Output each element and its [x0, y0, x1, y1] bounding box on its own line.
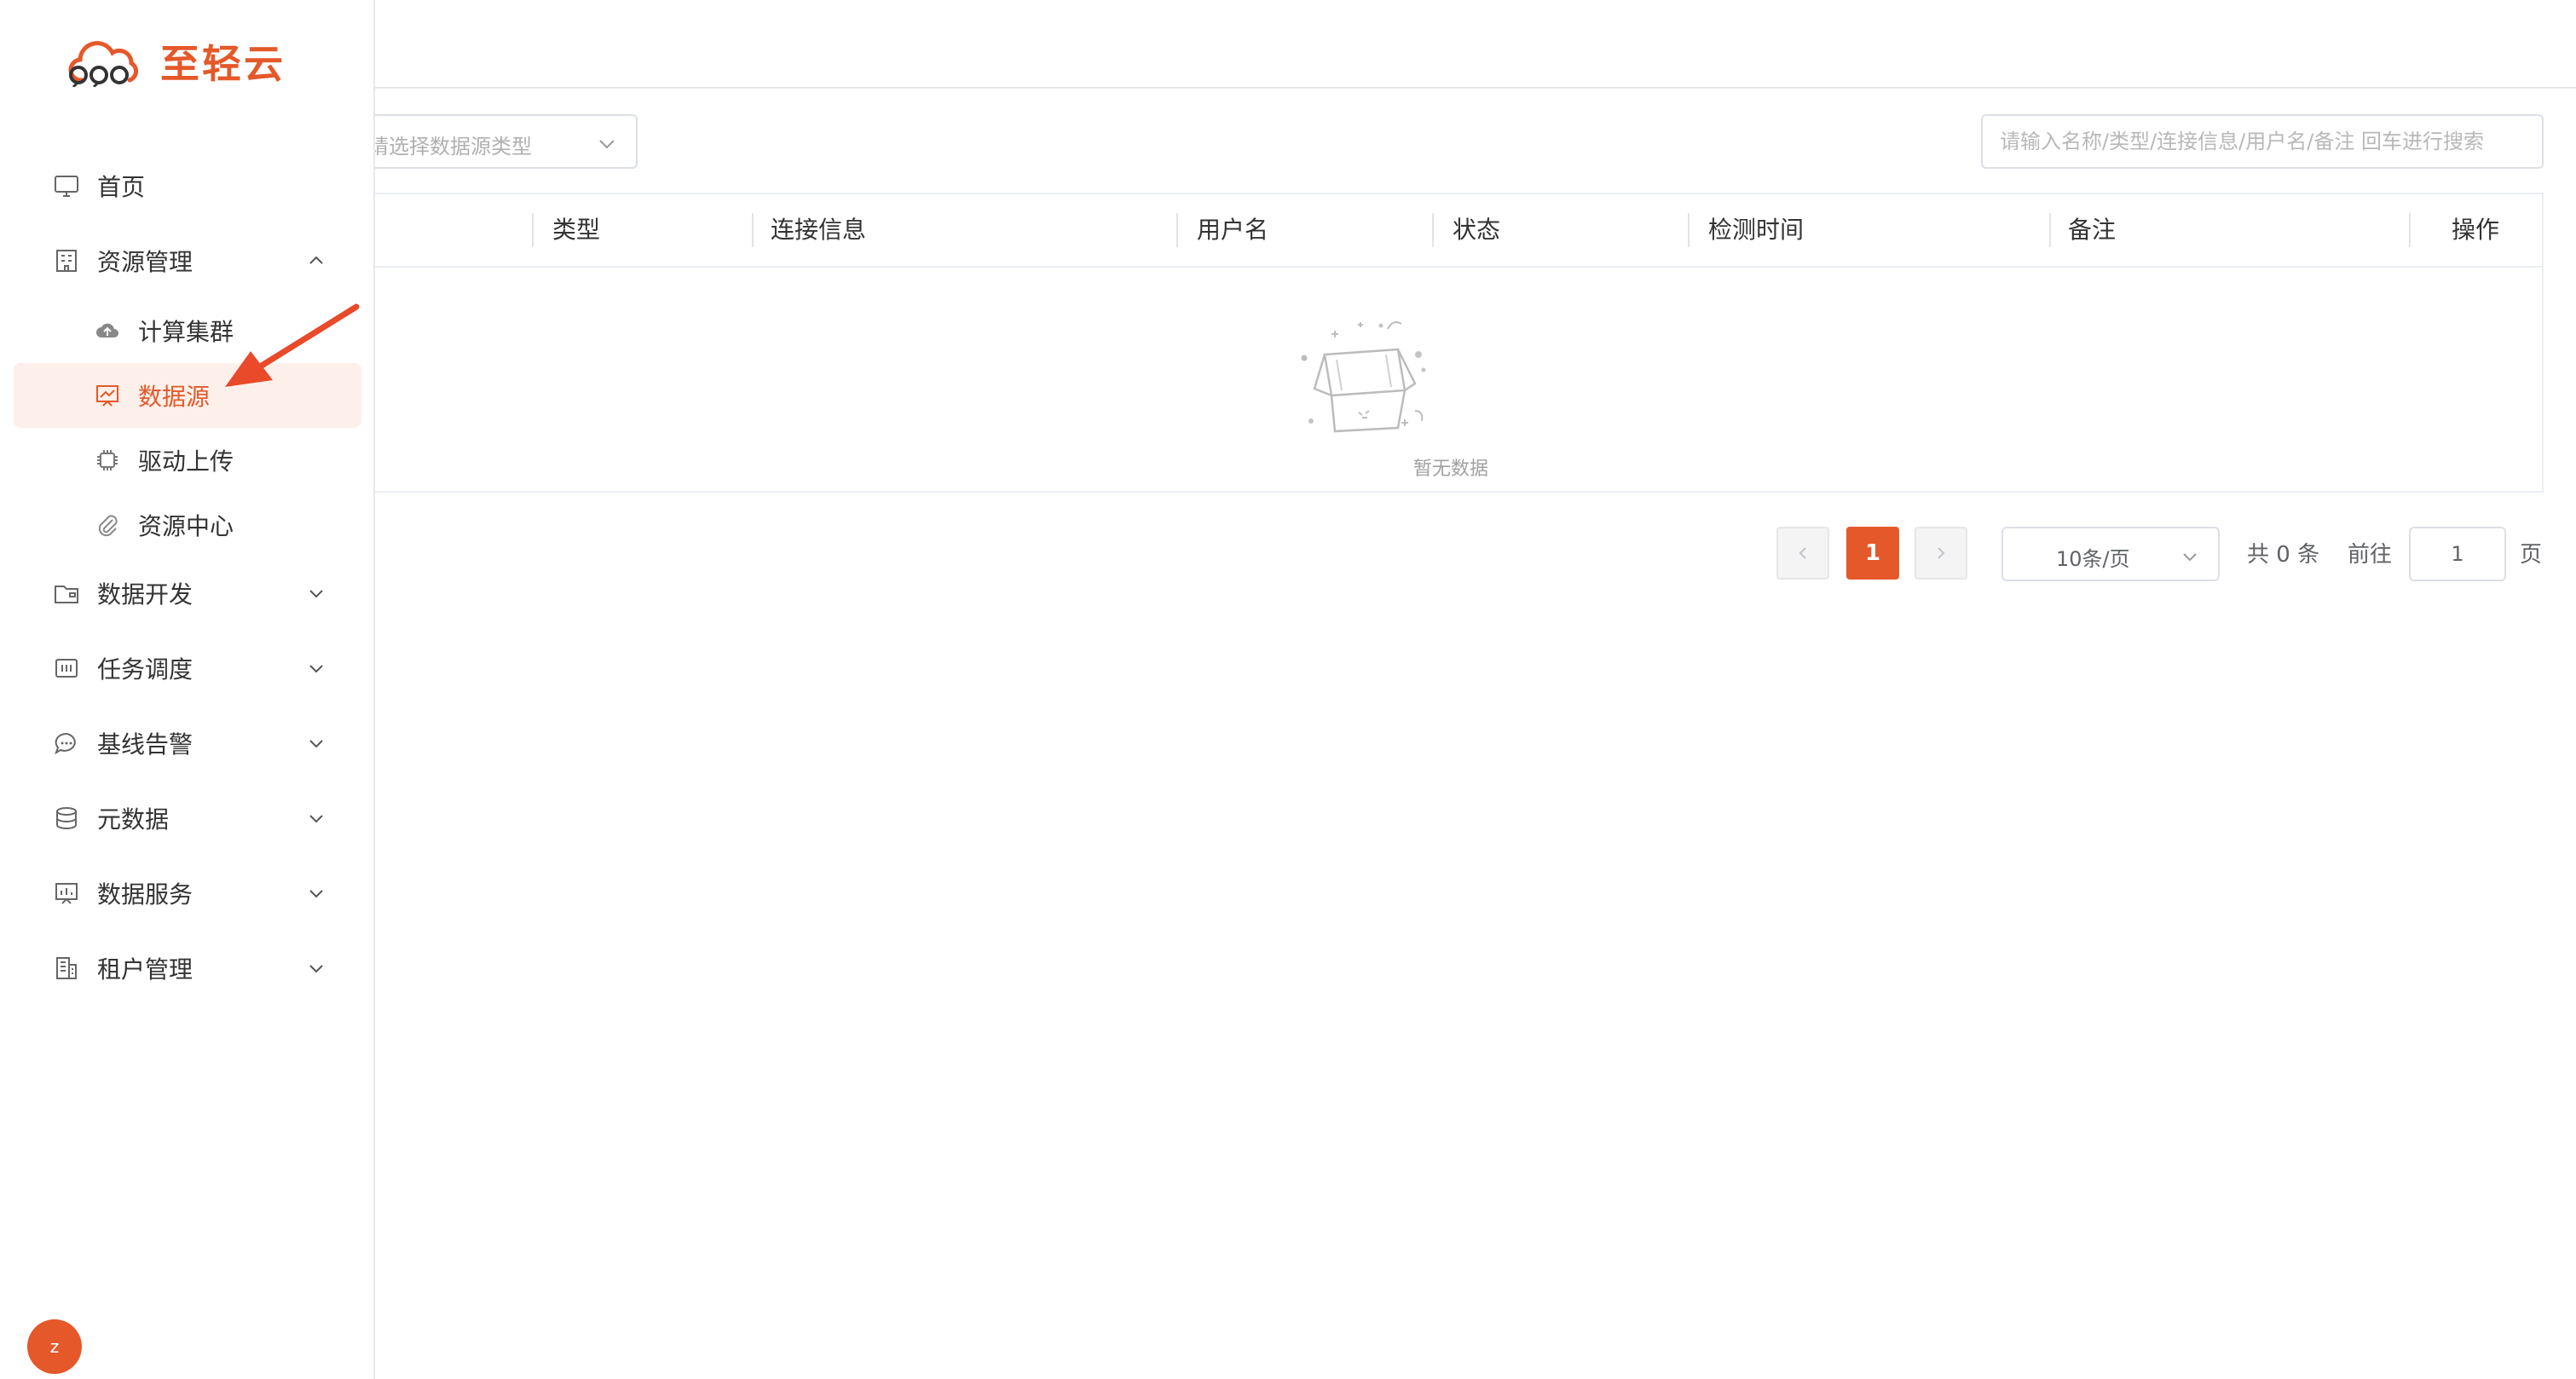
- column-header-check-time[interactable]: 检测时间: [1708, 213, 1804, 247]
- chevron-down-icon: [309, 665, 323, 673]
- sidebar-item-task-scheduling[interactable]: 任务调度: [14, 636, 361, 701]
- top-header-bar: [375, 0, 2576, 89]
- pagination-page-suffix: 页: [2520, 542, 2543, 568]
- column-divider: [752, 213, 754, 247]
- sidebar-subitem-resource-center[interactable]: 资源中心: [14, 493, 361, 557]
- column-divider: [1432, 213, 1434, 247]
- paperclip-icon: [98, 515, 118, 537]
- sidebar-item-label: 元数据: [97, 805, 170, 834]
- column-divider: [1688, 213, 1689, 247]
- user-avatar[interactable]: z: [27, 1319, 82, 1374]
- chevron-left-icon: [1799, 547, 1806, 559]
- sidebar-item-label: 首页: [97, 173, 146, 201]
- page-size-select[interactable]: 10条/页: [2001, 527, 2220, 581]
- chevron-down-icon: [309, 965, 323, 973]
- sidebar-item-label: 任务调度: [97, 655, 193, 684]
- sidebar-item-baseline-alert[interactable]: 基线告警: [14, 711, 361, 776]
- sidebar-subitem-label: 数据源: [138, 383, 211, 411]
- chat-bubble-icon: [55, 732, 76, 755]
- search-input[interactable]: [1981, 114, 2544, 169]
- empty-text: 暂无数据: [1412, 459, 1488, 480]
- building-icon: [56, 250, 77, 272]
- presentation-chart-icon: [96, 385, 118, 407]
- database-icon: [56, 807, 77, 829]
- chevron-down-icon: [309, 815, 323, 823]
- sidebar-item-label: 资源管理: [97, 248, 193, 276]
- cloud-upload-icon: [96, 323, 118, 338]
- empty-box-icon: [1301, 321, 1426, 433]
- column-header-username[interactable]: 用户名: [1197, 213, 1268, 247]
- sidebar-item-home[interactable]: 首页: [14, 153, 361, 218]
- datasource-table: 类型 连接信息 用户名 状态 检测时间 备注 操作 暂无数据: [358, 193, 2544, 493]
- cloud-logo-icon: [68, 41, 138, 87]
- sidebar-item-data-development[interactable]: 数据开发: [14, 561, 361, 626]
- table-header: 类型 连接信息 用户名 状态 检测时间 备注 操作: [360, 194, 2542, 268]
- column-header-connection[interactable]: 连接信息: [771, 213, 866, 247]
- column-divider: [2409, 213, 2411, 247]
- sidebar-subitem-datasource[interactable]: 数据源: [14, 363, 361, 428]
- sidebar-item-label: 数据服务: [97, 880, 193, 909]
- pagination-prev-button[interactable]: [1776, 527, 1829, 580]
- brand-name: 至轻云: [160, 41, 286, 87]
- folder-icon: [55, 586, 78, 603]
- column-divider: [2049, 213, 2051, 247]
- service-board-icon: [55, 883, 78, 904]
- sidebar-item-label: 租户管理: [97, 955, 193, 984]
- chevron-down-icon: [309, 590, 323, 598]
- chevron-up-icon: [309, 256, 323, 264]
- column-header-remark[interactable]: 备注: [2068, 213, 2116, 247]
- pagination-next-button[interactable]: [1915, 527, 1967, 580]
- schedule-icon: [55, 659, 78, 678]
- chevron-down-icon: [599, 140, 615, 149]
- sidebar-item-tenant-management[interactable]: 租户管理: [14, 936, 361, 1001]
- datasource-type-select[interactable]: 请选择数据源类型: [358, 114, 638, 169]
- pagination-total: 共 0 条: [2247, 542, 2320, 568]
- column-divider: [532, 213, 534, 247]
- column-divider: [1176, 213, 1178, 247]
- office-building-icon: [56, 957, 77, 979]
- sidebar-item-metadata[interactable]: 元数据: [14, 786, 361, 851]
- sidebar-item-resource-management[interactable]: 资源管理: [14, 228, 361, 293]
- app-root: 至轻云 首页 资源管理 计算集群 数据源 驱动上传 资源中心 数据开发 任务调度…: [0, 0, 2576, 1379]
- sidebar-subitem-label: 资源中心: [138, 512, 234, 540]
- sidebar-item-label: 数据开发: [97, 580, 193, 609]
- table-empty-state: 暂无数据: [360, 268, 2542, 491]
- chevron-down-icon: [2183, 553, 2197, 562]
- chevron-right-icon: [1938, 547, 1945, 559]
- pagination-goto-input[interactable]: [2409, 527, 2506, 581]
- datasource-type-placeholder: 请选择数据源类型: [368, 135, 532, 159]
- logo[interactable]: 至轻云: [66, 31, 286, 92]
- sidebar-subitem-label: 驱动上传: [138, 447, 234, 476]
- sidebar-subitem-driver-upload[interactable]: 驱动上传: [14, 428, 361, 493]
- column-header-status[interactable]: 状态: [1453, 213, 1500, 247]
- chevron-down-icon: [309, 740, 323, 748]
- chevron-down-icon: [309, 890, 323, 898]
- chip-icon: [97, 450, 118, 470]
- column-header-actions: 操作: [2452, 216, 2500, 244]
- column-header-type[interactable]: 类型: [552, 213, 600, 247]
- pagination-page-current[interactable]: 1: [1846, 527, 1899, 580]
- page-size-value: 10条/页: [2056, 547, 2130, 571]
- sidebar-item-data-service[interactable]: 数据服务: [14, 861, 361, 926]
- sidebar: 至轻云 首页 资源管理 计算集群 数据源 驱动上传 资源中心 数据开发 任务调度…: [0, 0, 375, 1379]
- sidebar-item-label: 基线告警: [97, 730, 193, 759]
- monitor-icon: [55, 176, 78, 197]
- sidebar-subitem-label: 计算集群: [138, 318, 234, 346]
- pagination-goto-label: 前往: [2348, 542, 2393, 568]
- sidebar-subitem-compute-cluster[interactable]: 计算集群: [14, 298, 361, 363]
